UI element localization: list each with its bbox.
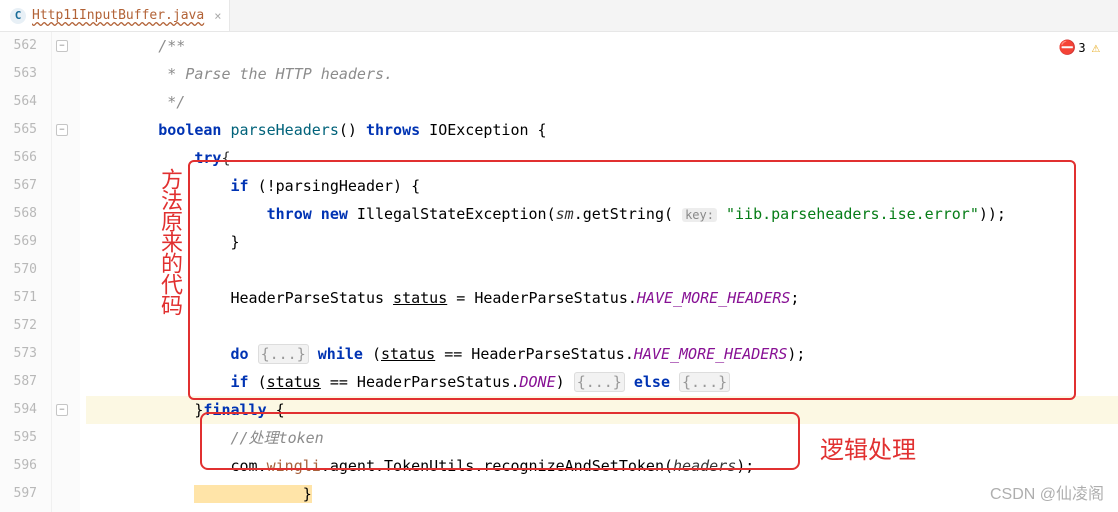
code-line: */ [86,88,1118,116]
code-line: } [86,480,1118,508]
code-line: } [86,228,1118,256]
line-gutter: 562 563 564 565 566 567 568 569 570 571 … [0,32,52,512]
fold-icon[interactable]: − [56,404,68,416]
fold-column: − − − [52,32,80,512]
code-line: /** [86,32,1118,60]
code-editor[interactable]: 562 563 564 565 566 567 568 569 570 571 … [0,32,1118,512]
code-line [86,312,1118,340]
code-line: do {...} while (status == HeaderParseSta… [86,340,1118,368]
java-class-icon: C [10,8,26,24]
file-tab[interactable]: C Http11InputBuffer.java × [0,0,230,31]
inspection-badges[interactable]: ⛔3 ⚠ [1059,40,1102,56]
code-area[interactable]: /** * Parse the HTTP headers. */ boolean… [80,32,1118,512]
fold-icon[interactable]: − [56,124,68,136]
code-line: com.wingli.agent.TokenUtils.recognizeAnd… [86,452,1118,480]
tab-filename: Http11InputBuffer.java [32,8,204,23]
fold-icon[interactable]: − [56,40,68,52]
code-line: }finally { [86,396,1118,424]
code-line: * Parse the HTTP headers. [86,60,1118,88]
close-icon[interactable]: × [214,9,221,23]
code-line: HeaderParseStatus status = HeaderParseSt… [86,284,1118,312]
code-line [86,256,1118,284]
error-icon: ⛔3 [1059,40,1086,56]
warning-icon: ⚠ [1092,40,1102,56]
code-line: try{ [86,144,1118,172]
code-line: throw new IllegalStateException(sm.getSt… [86,200,1118,228]
code-line: if (status == HeaderParseStatus.DONE) {.… [86,368,1118,396]
tab-bar: C Http11InputBuffer.java × [0,0,1118,32]
code-line: if (!parsingHeader) { [86,172,1118,200]
code-line: boolean parseHeaders() throws IOExceptio… [86,116,1118,144]
code-line: //处理token [86,424,1118,452]
